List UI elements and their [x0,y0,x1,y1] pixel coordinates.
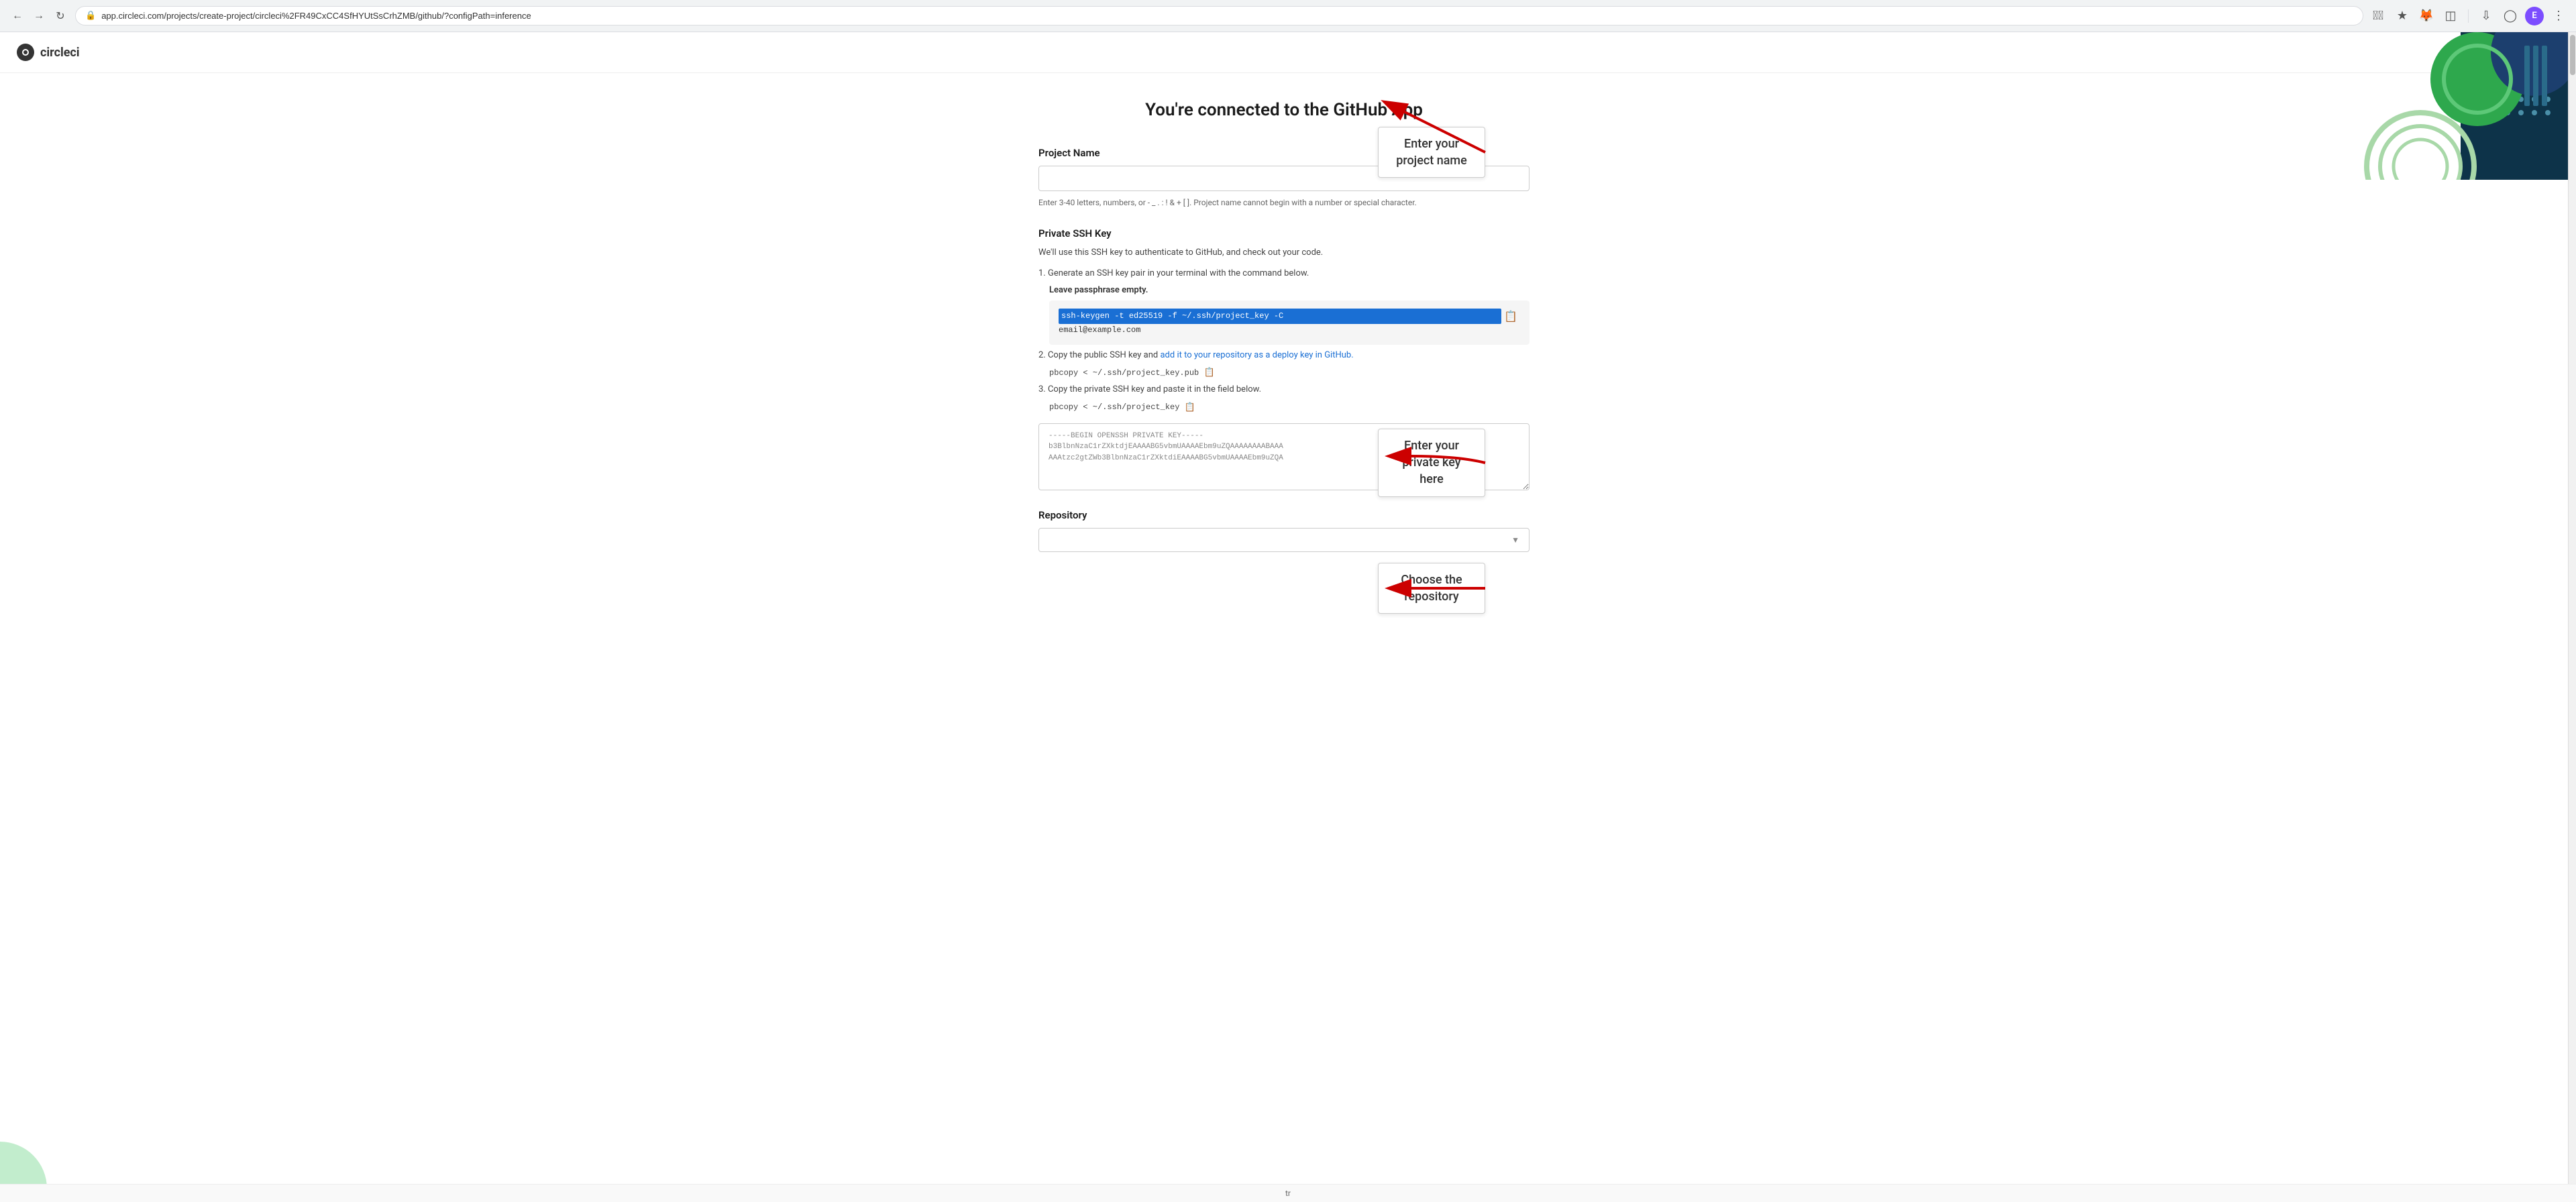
circleci-logo-icon [16,43,35,62]
code-lines: ssh-keygen -t ed25519 -f ~/.ssh/project_… [1059,309,1501,337]
annotation-project-name-arrow [1485,132,1566,172]
copy-pubkey-button[interactable]: 📋 [1204,367,1215,378]
step2: 2. Copy the public SSH key and add it to… [1038,350,1529,360]
url-input[interactable] [101,11,2353,21]
divider [2468,9,2469,23]
main-content: circleci You're connected to the GitHub … [0,32,2568,1202]
annotation-repository-arrow [1485,568,1566,608]
profile-icon[interactable]: E [2525,7,2544,25]
annotation-private-key-wrapper: Enter yourprivate keyhere [1378,429,1566,497]
phone-icon[interactable]: ◯ [2501,7,2520,25]
step2-cmd-wrapper: pbcopy < ~/.ssh/project_key.pub 📋 [1049,367,1529,378]
code-email: email@example.com [1059,324,1501,337]
page-header: circleci [0,32,2568,73]
scrollbar[interactable] [2568,32,2576,1202]
page-wrapper: circleci You're connected to the GitHub … [0,32,2576,1202]
annotation-private-key-box: Enter yourprivate keyhere [1378,429,1485,497]
step1: 1. Generate an SSH key pair in your term… [1038,268,1529,278]
form-container: You're connected to the GitHub App Proje… [1022,73,1546,579]
leave-passphrase-label: Leave passphrase empty. [1049,285,1529,295]
back-button[interactable]: ← [8,7,27,25]
ssh-keygen-code-block: ssh-keygen -t ed25519 -f ~/.ssh/project_… [1049,300,1529,345]
step2-label: 2. Copy the public SSH key and [1038,350,1160,360]
step1-details: Leave passphrase empty. ssh-keygen -t ed… [1049,285,1529,345]
browser-chrome: ← → ↻ 🔒 👁̸ ★ 🦊 ◫ ⇩ ◯ E ⋮ [0,0,2576,32]
browser-actions: 👁̸ ★ 🦊 ◫ ⇩ ◯ E ⋮ [2369,7,2568,25]
project-name-helper: Enter 3-40 letters, numbers, or - _ . : … [1038,197,1529,209]
annotation-project-name-box: Enter yourproject name [1378,127,1485,178]
copy-privkey-button[interactable]: 📋 [1185,402,1195,413]
copy-keygen-button[interactable]: 📋 [1501,309,1520,325]
logo[interactable]: circleci [16,43,80,62]
nav-buttons: ← → ↻ [8,7,70,25]
annotation-private-key-text: Enter yourprivate keyhere [1402,439,1460,486]
address-bar[interactable]: 🔒 [75,6,2363,25]
ssh-section-label: Private SSH Key [1038,227,1529,239]
repository-label: Repository [1038,509,1529,521]
page-title: You're connected to the GitHub App [1038,100,1529,120]
repository-dropdown[interactable]: ▼ [1038,528,1529,552]
step3-cmd-wrapper: pbcopy < ~/.ssh/project_key 📋 [1049,401,1529,412]
secure-icon: 🔒 [85,11,96,21]
step1-label: 1. Generate an SSH key pair in your term… [1038,268,1309,278]
forward-button[interactable]: → [30,7,48,25]
logo-text: circleci [40,46,80,60]
chevron-down-icon: ▼ [1511,535,1519,545]
deploy-key-link[interactable]: add it to your repository as a deploy ke… [1160,350,1353,360]
star-icon[interactable]: ★ [2393,7,2412,25]
decorative-graphic [2353,32,2568,180]
bottom-bar-text: tr [1285,1189,1291,1198]
reload-button[interactable]: ↻ [51,7,70,25]
step3-label: 3. Copy the private SSH key and paste it… [1038,384,1261,394]
annotation-project-name-wrapper: Enter yourproject name [1378,127,1566,178]
eye-slash-icon[interactable]: 👁̸ [2369,7,2387,25]
annotation-repository-wrapper: Choose therepository [1378,563,1566,614]
download-icon[interactable]: ⇩ [2477,7,2496,25]
repository-section: Repository ▼ [1038,509,1529,552]
step3-cmd: pbcopy < ~/.ssh/project_key [1049,402,1179,412]
step2-cmd: pbcopy < ~/.ssh/project_key.pub [1049,368,1199,378]
annotation-project-name-text: Enter yourproject name [1396,137,1467,168]
fox-icon[interactable]: 🦊 [2417,7,2436,25]
bottom-bar: tr [0,1184,2576,1202]
bottom-left-graphic [0,1135,54,1189]
menu-icon[interactable]: ⋮ [2549,7,2568,25]
ssh-description: We'll use this SSH key to authenticate t… [1038,246,1529,260]
code-highlighted: ssh-keygen -t ed25519 -f ~/.ssh/project_… [1059,309,1501,324]
annotation-private-key-arrow [1485,443,1566,483]
step3: 3. Copy the private SSH key and paste it… [1038,384,1529,394]
extensions-icon[interactable]: ◫ [2441,7,2460,25]
scrollbar-thumb[interactable] [2570,35,2575,75]
